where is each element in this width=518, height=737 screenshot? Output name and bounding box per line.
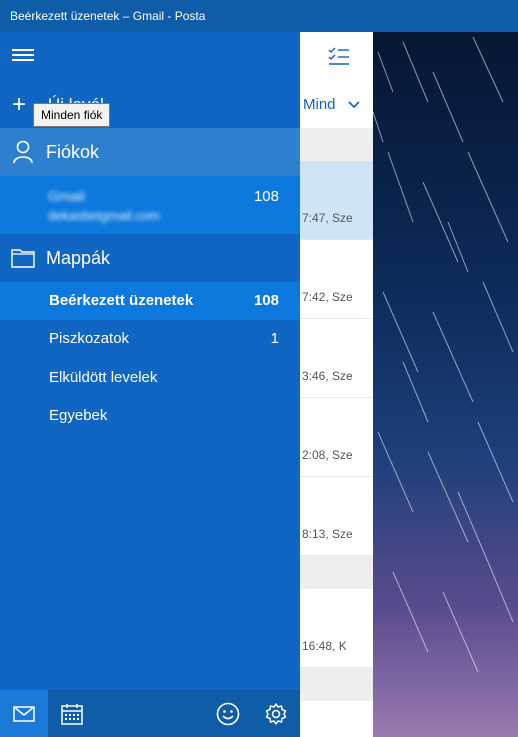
mail-icon (13, 705, 35, 722)
message-time: 16:48, K (302, 639, 347, 653)
folder-item-more[interactable]: Egyebek (0, 397, 300, 435)
folder-label: Elküldött levelek (49, 369, 158, 386)
folder-label: Egyebek (49, 407, 108, 424)
mail-button[interactable] (0, 690, 48, 737)
person-icon (0, 140, 46, 164)
hamburger-menu-icon[interactable] (12, 46, 36, 64)
message-row[interactable]: 2:08, Sze (300, 398, 373, 477)
folder-icon (0, 248, 46, 268)
account-name: Gmail (48, 188, 85, 204)
select-mode-icon[interactable] (328, 46, 350, 66)
navigation-pane: + Új levél Fiókok Gmail dekasbetgmail.co… (0, 32, 300, 737)
folder-item-drafts[interactable]: Piszkozatok 1 (0, 320, 300, 358)
chevron-down-icon (348, 101, 360, 109)
feedback-button[interactable] (204, 690, 252, 737)
message-time: 8:13, Sze (302, 527, 353, 541)
folder-item-sent[interactable]: Elküldött levelek (0, 359, 300, 397)
folder-label: Piszkozatok (49, 330, 130, 347)
message-row[interactable]: 7:42, Sze (300, 240, 373, 319)
message-row[interactable]: 16:48, K (300, 589, 373, 668)
gear-icon (265, 702, 287, 725)
calendar-icon (61, 703, 83, 725)
accounts-header-label: Fiókok (46, 141, 100, 162)
message-time: 7:42, Sze (302, 290, 353, 304)
message-time: 2:08, Sze (302, 448, 353, 462)
filter-dropdown[interactable]: Mind (300, 82, 373, 128)
date-group-header (300, 668, 373, 701)
background-wallpaper (373, 32, 518, 737)
star-trails-image (373, 36, 514, 673)
account-email: dekasbetgmail.com (48, 208, 160, 223)
account-unread-count: 108 (253, 188, 279, 205)
calendar-button[interactable] (48, 690, 96, 737)
smiley-icon (216, 702, 240, 725)
filter-label: Mind (303, 96, 336, 113)
message-row[interactable]: 3:46, Sze (300, 319, 373, 398)
message-row[interactable]: 7:47, Sze (300, 161, 373, 240)
message-list-toolbar (300, 32, 373, 82)
folders-header-label: Mappák (46, 247, 111, 268)
window-title: Beérkezett üzenetek – Gmail - Posta (0, 0, 518, 32)
message-time: 3:46, Sze (302, 369, 353, 383)
accounts-header[interactable]: Fiókok (0, 128, 300, 176)
folder-count: 1 (270, 330, 279, 347)
folder-item-inbox[interactable]: Beérkezett üzenetek 108 (0, 282, 300, 320)
message-row[interactable]: 8:13, Sze (300, 477, 373, 556)
date-group-header (300, 556, 373, 589)
folder-count: 108 (253, 292, 279, 309)
folders-header[interactable]: Mappák (0, 234, 300, 282)
bottom-app-bar (0, 690, 300, 737)
settings-button[interactable] (252, 690, 300, 737)
message-time: 7:47, Sze (302, 211, 353, 225)
message-list-pane: Mind 7:47, Sze 7:42, Sze 3:46, Sze 2:08,… (300, 32, 373, 737)
account-item-gmail[interactable]: Gmail dekasbetgmail.com 108 (0, 176, 300, 234)
date-group-header (300, 128, 373, 161)
tooltip: Minden fiók (33, 103, 111, 127)
folder-label: Beérkezett üzenetek (49, 292, 194, 309)
